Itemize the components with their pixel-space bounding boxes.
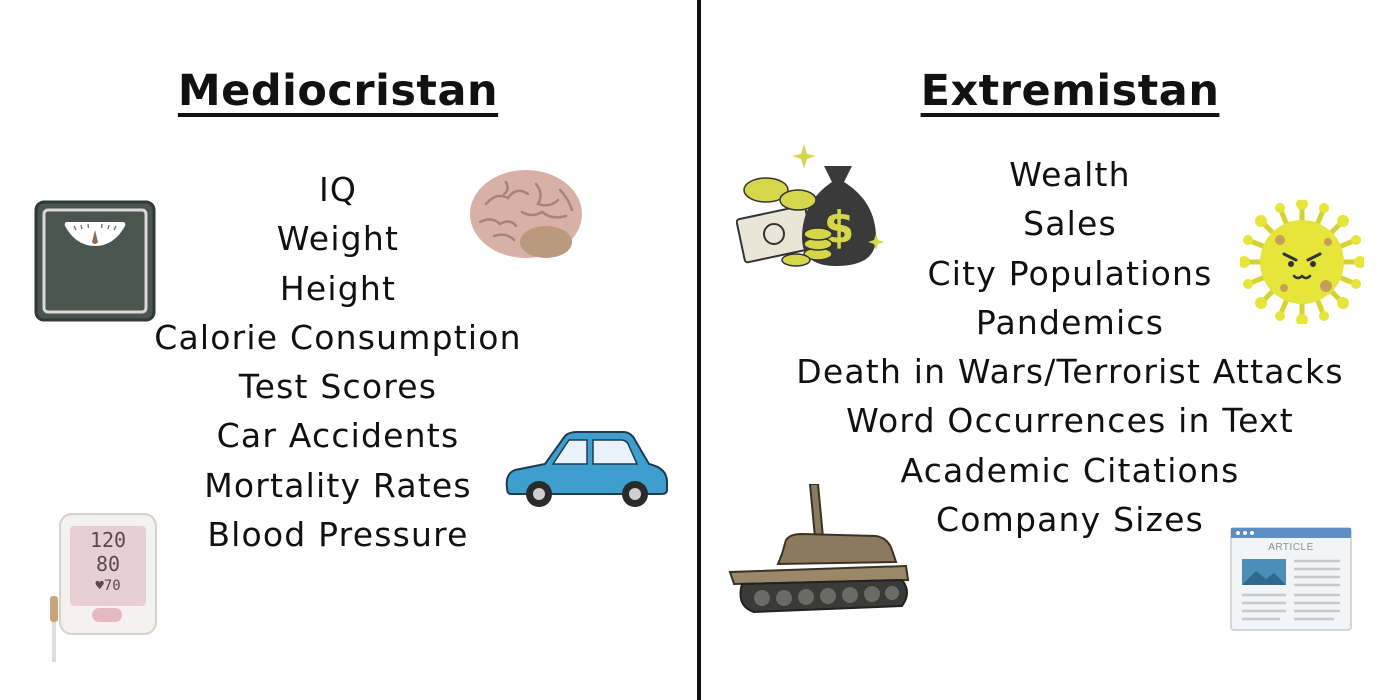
- virus-icon: [1240, 200, 1364, 324]
- list-item: Car Accidents: [216, 416, 460, 456]
- blood-pressure-monitor-icon: 120 80 ♥70: [50, 512, 160, 662]
- brain-icon: [470, 170, 582, 258]
- mediocristan-title: Mediocristan: [177, 66, 499, 116]
- list-item: Blood Pressure: [207, 515, 469, 555]
- list-item: Mortality Rates: [204, 465, 472, 505]
- scale-icon: [34, 200, 156, 322]
- diastolic-reading: 80: [95, 552, 121, 576]
- money-bag-icon: $: [736, 144, 884, 267]
- systolic-reading: 120: [89, 528, 127, 552]
- article-icon: ARTICLE: [1230, 527, 1352, 631]
- tank-icon: [728, 484, 910, 614]
- article-label: ARTICLE: [1268, 542, 1314, 553]
- mediocristan-panel: Mediocristan IQ Weight Height Calorie Co…: [0, 0, 698, 700]
- list-item: Height: [279, 268, 397, 308]
- list-item: Test Scores: [238, 367, 438, 407]
- list-item: Calorie Consumption: [154, 317, 522, 357]
- car-icon: [505, 431, 668, 507]
- extremistan-panel: Extremistan Wealth Sales City Population…: [702, 0, 1400, 700]
- extremistan-title: Extremistan: [920, 66, 1220, 116]
- list-item: Word Occurrences in Text: [846, 401, 1294, 441]
- pulse-reading: ♥70: [95, 578, 121, 594]
- list-item: Death in Wars/Terrorist Attacks: [796, 352, 1344, 392]
